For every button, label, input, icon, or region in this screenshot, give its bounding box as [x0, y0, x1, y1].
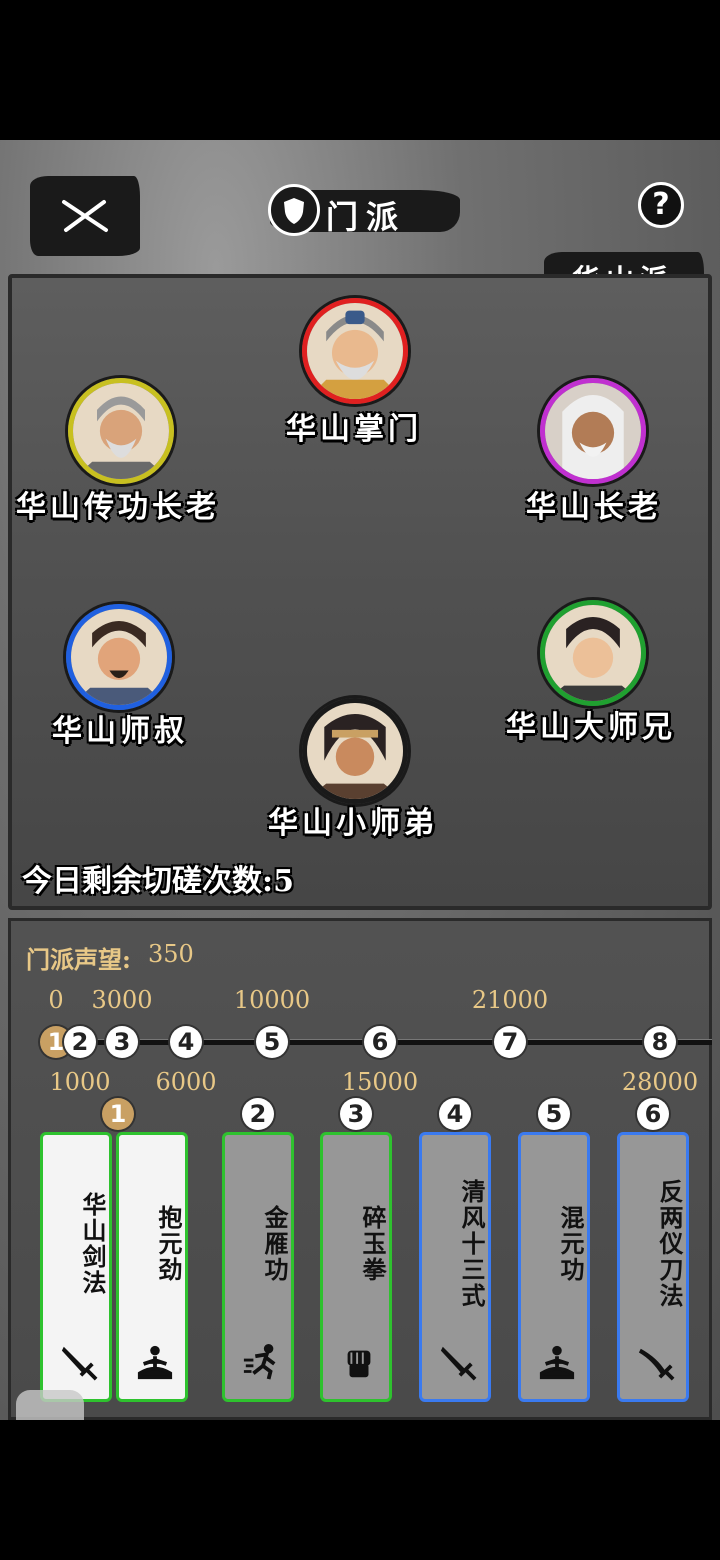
track-node: 7 — [494, 1026, 526, 1058]
skill-card-huashan-sword[interactable]: 华山剑法 — [40, 1132, 112, 1402]
skill-rank-badge: 3 — [340, 1098, 372, 1130]
skill-rank-badge: 2 — [242, 1098, 274, 1130]
track-node: 2 — [64, 1026, 96, 1058]
skill-name: 反两仪刀法 — [655, 1179, 684, 1309]
skill-card-jinyan-gong[interactable]: 金雁功 — [222, 1132, 294, 1402]
threshold-label: 6000 — [155, 1068, 217, 1096]
skill-name: 抱元劲 — [154, 1205, 183, 1283]
member-name: 华山传功长老 — [16, 490, 220, 525]
run-icon — [243, 1343, 276, 1380]
threshold-label: 0 — [48, 986, 64, 1014]
avatar — [540, 600, 646, 706]
skill-name: 金雁功 — [260, 1205, 289, 1283]
title-bar: 门派 — [260, 178, 480, 242]
skill-card-hunyuan-gong[interactable]: 混元功 — [518, 1132, 590, 1402]
skill-name: 清风十三式 — [457, 1179, 486, 1309]
page-title: 门派 — [326, 198, 407, 236]
fist-icon — [347, 1350, 371, 1378]
threshold-label: 28000 — [621, 1068, 699, 1096]
close-icon — [62, 200, 108, 232]
member-name: 华山掌门 — [286, 412, 422, 447]
threshold-label: 15000 — [341, 1068, 419, 1096]
skill-rank-badge: 4 — [439, 1098, 471, 1130]
avatar — [66, 604, 172, 710]
sect-screen: 门派 ? 华山派 华山掌门 华山传功长老 华山长老 华山师叔 — [0, 140, 720, 1420]
track-node: 6 — [364, 1026, 396, 1058]
remaining-challenges: 今日剩余切磋次数:5 — [22, 864, 294, 899]
saber-icon — [638, 1348, 675, 1381]
skill-rank-badge: 5 — [538, 1098, 570, 1130]
skill-rank-badge: 6 — [637, 1098, 669, 1130]
skill-card-suiyu-quan[interactable]: 碎玉拳 — [320, 1132, 392, 1402]
help-button[interactable]: ? — [638, 182, 684, 228]
shield-icon — [268, 184, 320, 236]
close-button[interactable] — [30, 176, 140, 256]
scroll-handle[interactable] — [16, 1390, 84, 1420]
track-node: 8 — [644, 1026, 676, 1058]
avatar — [540, 378, 646, 484]
member-name: 华山长老 — [526, 490, 662, 525]
member-name: 华山小师弟 — [268, 806, 438, 841]
skill-name: 混元功 — [556, 1205, 585, 1283]
avatar — [302, 698, 408, 804]
track-node: 4 — [170, 1026, 202, 1058]
skill-card-baoyuan-jin[interactable]: 抱元劲 — [116, 1132, 188, 1402]
member-name: 华山师叔 — [52, 714, 188, 749]
sword-icon — [61, 1346, 98, 1381]
skill-name: 华山剑法 — [78, 1192, 107, 1296]
skill-rank-badge: 1 — [102, 1098, 134, 1130]
sword-icon — [440, 1346, 477, 1381]
avatar — [302, 298, 408, 404]
threshold-label: 21000 — [471, 986, 549, 1014]
track-node: 5 — [256, 1026, 288, 1058]
member-name: 华山大师兄 — [506, 710, 676, 745]
threshold-label: 3000 — [91, 986, 153, 1014]
avatar — [68, 378, 174, 484]
threshold-label: 10000 — [233, 986, 311, 1014]
track-node: 3 — [106, 1026, 138, 1058]
threshold-label: 1000 — [49, 1068, 111, 1096]
skill-name: 碎玉拳 — [358, 1205, 387, 1283]
reputation-label: 门派声望: — [26, 945, 131, 974]
skill-card-qingfeng-13[interactable]: 清风十三式 — [419, 1132, 491, 1402]
reputation-value: 350 — [148, 940, 194, 968]
meditate-icon — [539, 1345, 575, 1380]
meditate-icon — [137, 1345, 173, 1380]
skill-card-fan-liangyi-dao[interactable]: 反两仪刀法 — [617, 1132, 689, 1402]
